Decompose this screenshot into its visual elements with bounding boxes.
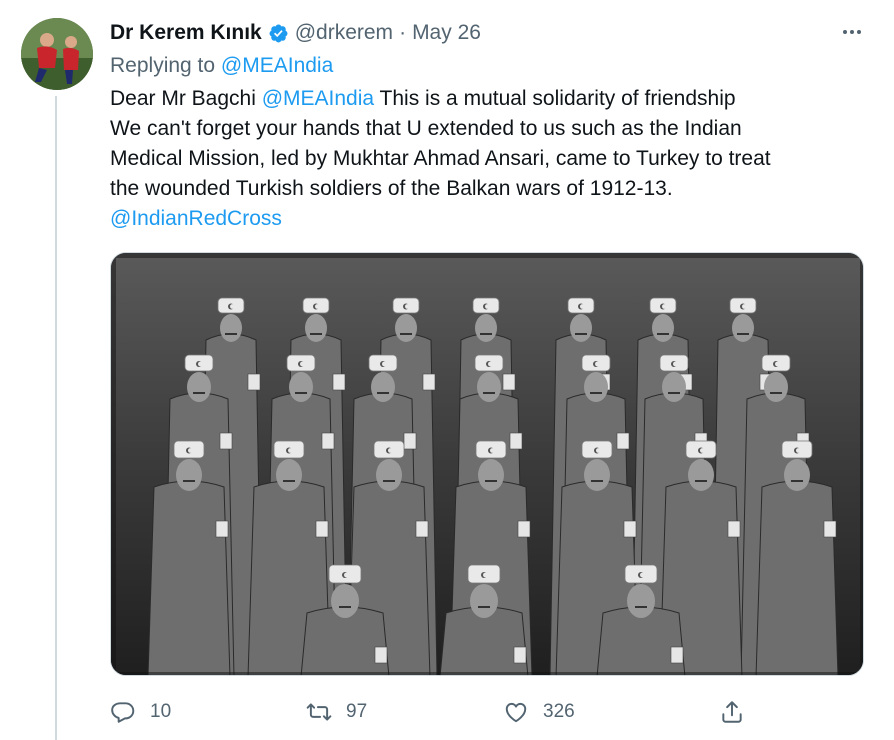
- avatar-image: [21, 18, 93, 90]
- replying-to-mention[interactable]: @MEAIndia: [221, 54, 333, 77]
- reply-button[interactable]: 10: [110, 696, 171, 728]
- tweet-line-4: the wounded Turkish soldiers of the Balk…: [110, 177, 673, 200]
- avatar[interactable]: [21, 18, 93, 90]
- reply-count: 10: [150, 701, 172, 722]
- tweet-text-segment: This is a mutual solidarity of friendshi…: [374, 87, 736, 110]
- header-separator: ·: [399, 21, 407, 44]
- tweet-text: Dear Mr Bagchi @MEAIndia This is a mutua…: [110, 84, 880, 234]
- heart-icon: [505, 702, 527, 723]
- author-handle[interactable]: @drkerem: [295, 21, 393, 45]
- mention-mea-india[interactable]: @MEAIndia: [262, 87, 374, 110]
- tweet-actions: 10 97 326: [110, 696, 760, 728]
- group-photo-image: [111, 253, 863, 675]
- like-button[interactable]: 326: [503, 696, 575, 728]
- share-button[interactable]: [719, 696, 745, 728]
- tweet-line-5: @IndianRedCross: [110, 204, 880, 234]
- tweet-date[interactable]: May 26: [412, 21, 481, 45]
- retweet-count: 97: [346, 701, 368, 722]
- thread-connector-line: [55, 96, 57, 740]
- mention-indian-red-cross[interactable]: @IndianRedCross: [110, 207, 282, 230]
- reply-icon: [111, 702, 135, 723]
- replying-to: Replying to @MEAIndia: [110, 54, 333, 78]
- retweet-icon: [306, 703, 332, 721]
- more-options-icon[interactable]: [838, 20, 866, 44]
- tweet-text-segment: Dear Mr Bagchi: [110, 87, 262, 110]
- share-icon: [722, 701, 742, 723]
- tweet-line-2: We can't forget your hands that U extend…: [110, 117, 742, 140]
- replying-to-prefix: Replying to: [110, 54, 216, 77]
- tweet-header: Dr Kerem Kınık @drkerem · May 26: [110, 18, 481, 48]
- retweet-button[interactable]: 97: [306, 696, 367, 728]
- tweet-line-3: Medical Mission, led by Mukhtar Ahmad An…: [110, 147, 771, 170]
- author-name[interactable]: Dr Kerem Kınık: [110, 21, 262, 45]
- like-count: 326: [543, 701, 575, 722]
- verified-badge-icon: [268, 23, 289, 44]
- tweet-media-photo[interactable]: [110, 252, 864, 676]
- tweet-line-1: Dear Mr Bagchi @MEAIndia This is a mutua…: [110, 84, 880, 114]
